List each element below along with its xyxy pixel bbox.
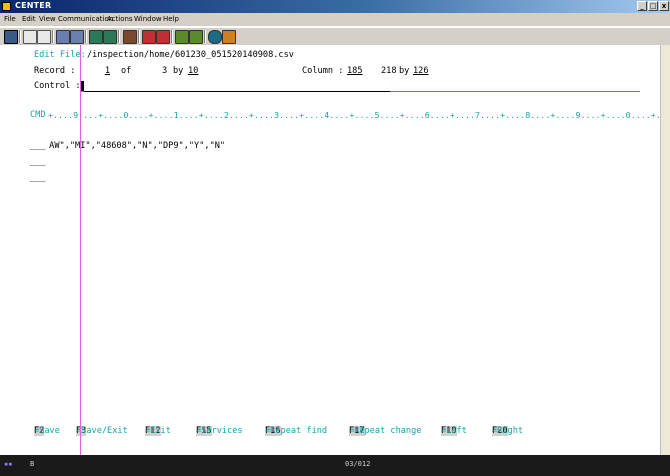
status-indicator-icon: ▪▪ (4, 460, 13, 468)
row-cmd-3[interactable]: ___ (30, 173, 46, 183)
vertical-scrollbar[interactable] (660, 45, 670, 455)
paste-icon[interactable] (37, 30, 51, 44)
by-label: by (173, 66, 184, 76)
col-total: 218 (381, 66, 397, 76)
by-label-2: by (399, 66, 410, 76)
column-label: Column : (302, 66, 344, 76)
edit-file-label: Edit File: (34, 50, 86, 60)
session-icon[interactable] (103, 30, 117, 44)
control-label: Control : (34, 81, 81, 91)
col-width[interactable]: 126 (413, 66, 429, 76)
maximize-button[interactable]: □ (648, 1, 658, 11)
connect-icon[interactable] (4, 30, 18, 44)
menu-edit[interactable]: Edit (22, 15, 36, 23)
column-guide-line (80, 45, 81, 455)
row-cmd-2[interactable]: ___ (30, 157, 46, 167)
minimize-button[interactable]: _ (637, 1, 647, 11)
column-ruler: +....9....+....0....+....1....+....2....… (48, 110, 670, 120)
toolbar (0, 27, 670, 46)
menu-communication[interactable]: Communication (58, 15, 113, 23)
macro-play-icon[interactable] (156, 30, 170, 44)
copy-icon[interactable] (23, 30, 37, 44)
window-title: CENTER (15, 1, 52, 10)
receive-icon[interactable] (70, 30, 84, 44)
app-icon (2, 2, 11, 11)
status-mode: B (30, 460, 35, 468)
row-text-1[interactable]: AW","MI","48608","N","DP9","Y","N" (44, 141, 225, 151)
cursor-position: 03/012 (345, 460, 371, 468)
transfer-down-icon[interactable] (189, 30, 203, 44)
menu-file[interactable]: File (4, 15, 16, 23)
record-total: 3 (162, 66, 168, 76)
menu-help[interactable]: Help (163, 15, 179, 23)
macro-record-icon[interactable] (142, 30, 156, 44)
transfer-up-icon[interactable] (175, 30, 189, 44)
menu-view[interactable]: View (39, 15, 56, 23)
close-button[interactable]: x (659, 1, 669, 11)
cmd-label: CMD (30, 110, 46, 120)
menu-bar: File Edit View Communication Actions Win… (0, 13, 670, 26)
column-input[interactable]: 185 (347, 66, 363, 76)
terminal-window: CENTER _ □ x File Edit View Communicatio… (0, 0, 670, 476)
globe-icon[interactable] (208, 30, 222, 44)
title-bar: CENTER _ □ x (0, 0, 670, 13)
status-bar: ▪▪ B 03/012 (0, 455, 670, 476)
file-path: /inspection/home/601230_051520140908.csv (87, 50, 294, 60)
send-icon[interactable] (56, 30, 70, 44)
record-width[interactable]: 10 (188, 66, 198, 76)
record-input[interactable]: 1 (80, 66, 110, 76)
menu-actions[interactable]: Actions (107, 15, 133, 23)
print-icon[interactable] (123, 30, 137, 44)
display-icon[interactable] (89, 30, 103, 44)
control-input[interactable] (84, 91, 390, 92)
menu-window[interactable]: Window (134, 15, 162, 23)
settings-icon[interactable] (222, 30, 236, 44)
of-label: of (121, 66, 132, 76)
record-label: Record : (34, 66, 76, 76)
terminal-screen[interactable]: Edit File: /inspection/home/601230_05152… (0, 45, 670, 455)
